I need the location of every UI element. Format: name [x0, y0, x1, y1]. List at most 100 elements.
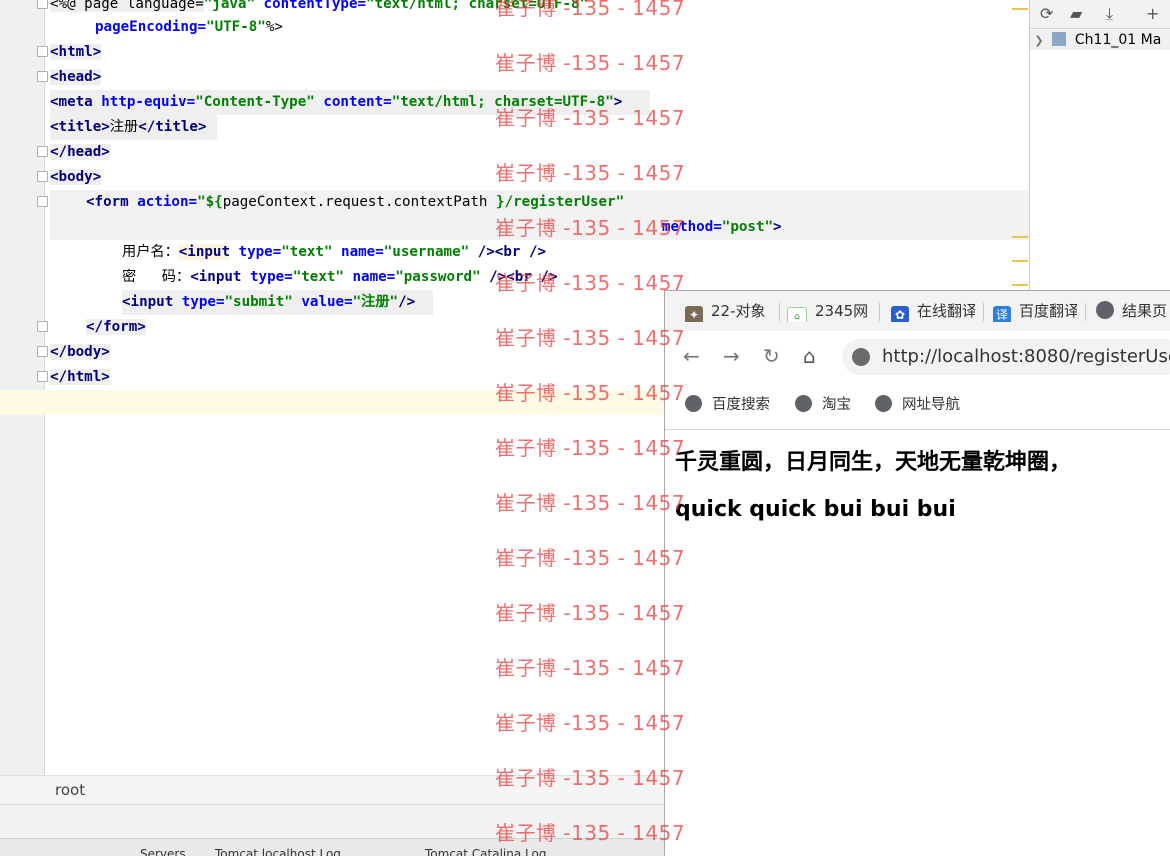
code-line: 密 码：<input type="text" name="password" /…: [122, 265, 558, 290]
breadcrumb-item[interactable]: root: [55, 776, 85, 805]
code-line: method="post">: [50, 215, 1030, 240]
favorite-item[interactable]: 淘宝: [795, 395, 851, 415]
fold-marker[interactable]: [37, 146, 48, 157]
code-token: name=: [343, 269, 396, 285]
chevron-right-icon[interactable]: ❯: [1030, 31, 1048, 51]
code-token: "text": [292, 269, 344, 285]
baidu-paw-icon: ✿: [891, 306, 909, 322]
code-token: value=: [292, 294, 353, 310]
page-content: 千灵重圆，日月同生，天地无量乾坤圈， quick quick bui bui b…: [665, 430, 1170, 856]
code-token: "注册": [352, 294, 399, 310]
code-token: contentType=: [255, 0, 367, 12]
code-token: "text": [281, 244, 333, 260]
bookmark-label: 在线翻译: [917, 302, 975, 320]
code-token: >: [773, 219, 782, 235]
code-line: <title>注册</title>: [50, 115, 217, 140]
bookmark-label: 结果页: [1122, 302, 1168, 320]
download-icon[interactable]: ⤓: [1106, 4, 1113, 24]
code-token: />: [398, 294, 416, 310]
bookmark-item[interactable]: ⌂ 2345网: [787, 300, 873, 322]
home-icon[interactable]: ⌂: [803, 345, 816, 367]
site-info-icon[interactable]: [852, 348, 870, 366]
content-heading-2: quick quick bui bui bui: [675, 497, 956, 522]
code-token: </body>: [50, 344, 110, 360]
project-tree-item[interactable]: ❯ Ch11_01 Ma: [1030, 30, 1170, 50]
code-token: <html>: [50, 44, 102, 60]
fold-marker[interactable]: [37, 171, 48, 182]
favorite-item[interactable]: 网址导航: [875, 395, 960, 415]
code-token: "post": [721, 219, 774, 235]
code-token: </title>: [138, 119, 207, 135]
address-bar[interactable]: http://localhost:8080/registerUser: [842, 339, 1170, 375]
code-token: "java": [203, 0, 255, 12]
code-line: </body>: [50, 340, 110, 365]
fold-marker[interactable]: [37, 196, 48, 207]
favorites-bar: 百度搜索 淘宝 网址导航: [665, 383, 1170, 430]
code-token: /><br />: [469, 244, 547, 260]
fold-marker[interactable]: [37, 321, 48, 332]
sync-icon[interactable]: ⟳: [1040, 4, 1053, 23]
navigation-bar: ← → ↻ ⌂ http://localhost:8080/registerUs…: [665, 331, 1170, 383]
code-token: type=: [241, 269, 293, 285]
code-token: <title>: [50, 119, 110, 135]
fold-marker[interactable]: [37, 46, 48, 57]
code-line: <input type="submit" value="注册"/>: [122, 290, 433, 315]
code-line: <head>: [50, 65, 102, 90]
editor-gutter: [0, 0, 48, 775]
content-heading-1: 千灵重圆，日月同生，天地无量乾坤圈，: [675, 450, 1072, 475]
plus-icon[interactable]: +: [1146, 4, 1159, 23]
bookmark-image-icon: ✦: [685, 306, 703, 322]
bookmark-tab-bar: ✦ 22-对象 ⌂ 2345网 ✿ 在线翻译 译百度翻译 结果页: [665, 291, 1170, 332]
code-token: content=: [314, 94, 392, 110]
fold-marker[interactable]: [37, 371, 48, 382]
bookmark-item[interactable]: 译百度翻译: [993, 300, 1077, 322]
code-token: method=: [662, 219, 722, 235]
code-line: <form action="${pageContext.request.cont…: [50, 190, 1030, 215]
globe-icon: [875, 395, 892, 412]
favorite-label: 淘宝: [822, 397, 851, 413]
code-line: </head>: [50, 140, 110, 165]
code-token: http-equiv=: [92, 94, 196, 110]
bookmark-label: 2345网: [815, 302, 869, 320]
bottom-tab-strip: Servers Tomcat localhost Log Tomcat Cata…: [0, 838, 664, 856]
bookmark-item[interactable]: 结果页: [1096, 300, 1170, 322]
code-line: <meta http-equiv="Content-Type" content=…: [50, 90, 650, 115]
breadcrumb: root: [0, 775, 664, 805]
code-token: "username": [383, 244, 470, 260]
bookmark-item[interactable]: ✿ 在线翻译: [891, 300, 975, 322]
code-token: 密 码：: [122, 269, 191, 285]
code-token: "Content-Type": [195, 94, 315, 110]
favorite-label: 网址导航: [902, 397, 960, 413]
back-icon[interactable]: ←: [683, 345, 700, 367]
code-token: <input: [122, 294, 174, 310]
fold-marker[interactable]: [37, 71, 48, 82]
code-token: </form>: [86, 319, 146, 335]
code-token: 注册: [109, 119, 139, 135]
forward-icon[interactable]: →: [723, 345, 740, 367]
fold-marker[interactable]: [37, 0, 48, 9]
url-text[interactable]: http://localhost:8080/registerUser: [882, 339, 1170, 375]
favorite-item[interactable]: 百度搜索: [685, 395, 770, 415]
2345-icon: ⌂: [787, 307, 807, 322]
code-token: <input: [178, 244, 231, 260]
code-token: action=: [128, 194, 198, 210]
maven-project-icon: [1052, 32, 1067, 46]
code-token: }/registerUser": [496, 194, 625, 210]
code-token: <body>: [50, 169, 102, 185]
code-token: </head>: [50, 144, 110, 160]
code-token: <%@ page language=: [50, 0, 204, 12]
folder-g-icon[interactable]: ▰: [1070, 4, 1082, 23]
fold-marker[interactable]: [37, 346, 48, 357]
reload-icon[interactable]: ↻: [763, 345, 780, 367]
project-name: Ch11_01 Ma: [1074, 32, 1162, 48]
translate-icon: 译: [993, 306, 1011, 322]
code-line: 用户名：<input type="text" name="username" /…: [122, 240, 546, 265]
code-line: <body>: [50, 165, 102, 190]
bookmark-item[interactable]: ✦ 22-对象: [685, 300, 771, 322]
code-line: </html>: [50, 365, 110, 390]
code-token: </html>: [50, 369, 110, 385]
bookmark-label: 22-对象: [711, 302, 766, 320]
code-token: type=: [173, 294, 225, 310]
bookmark-label: 百度翻译: [1019, 302, 1077, 320]
code-token: "UTF-8": [206, 19, 266, 35]
